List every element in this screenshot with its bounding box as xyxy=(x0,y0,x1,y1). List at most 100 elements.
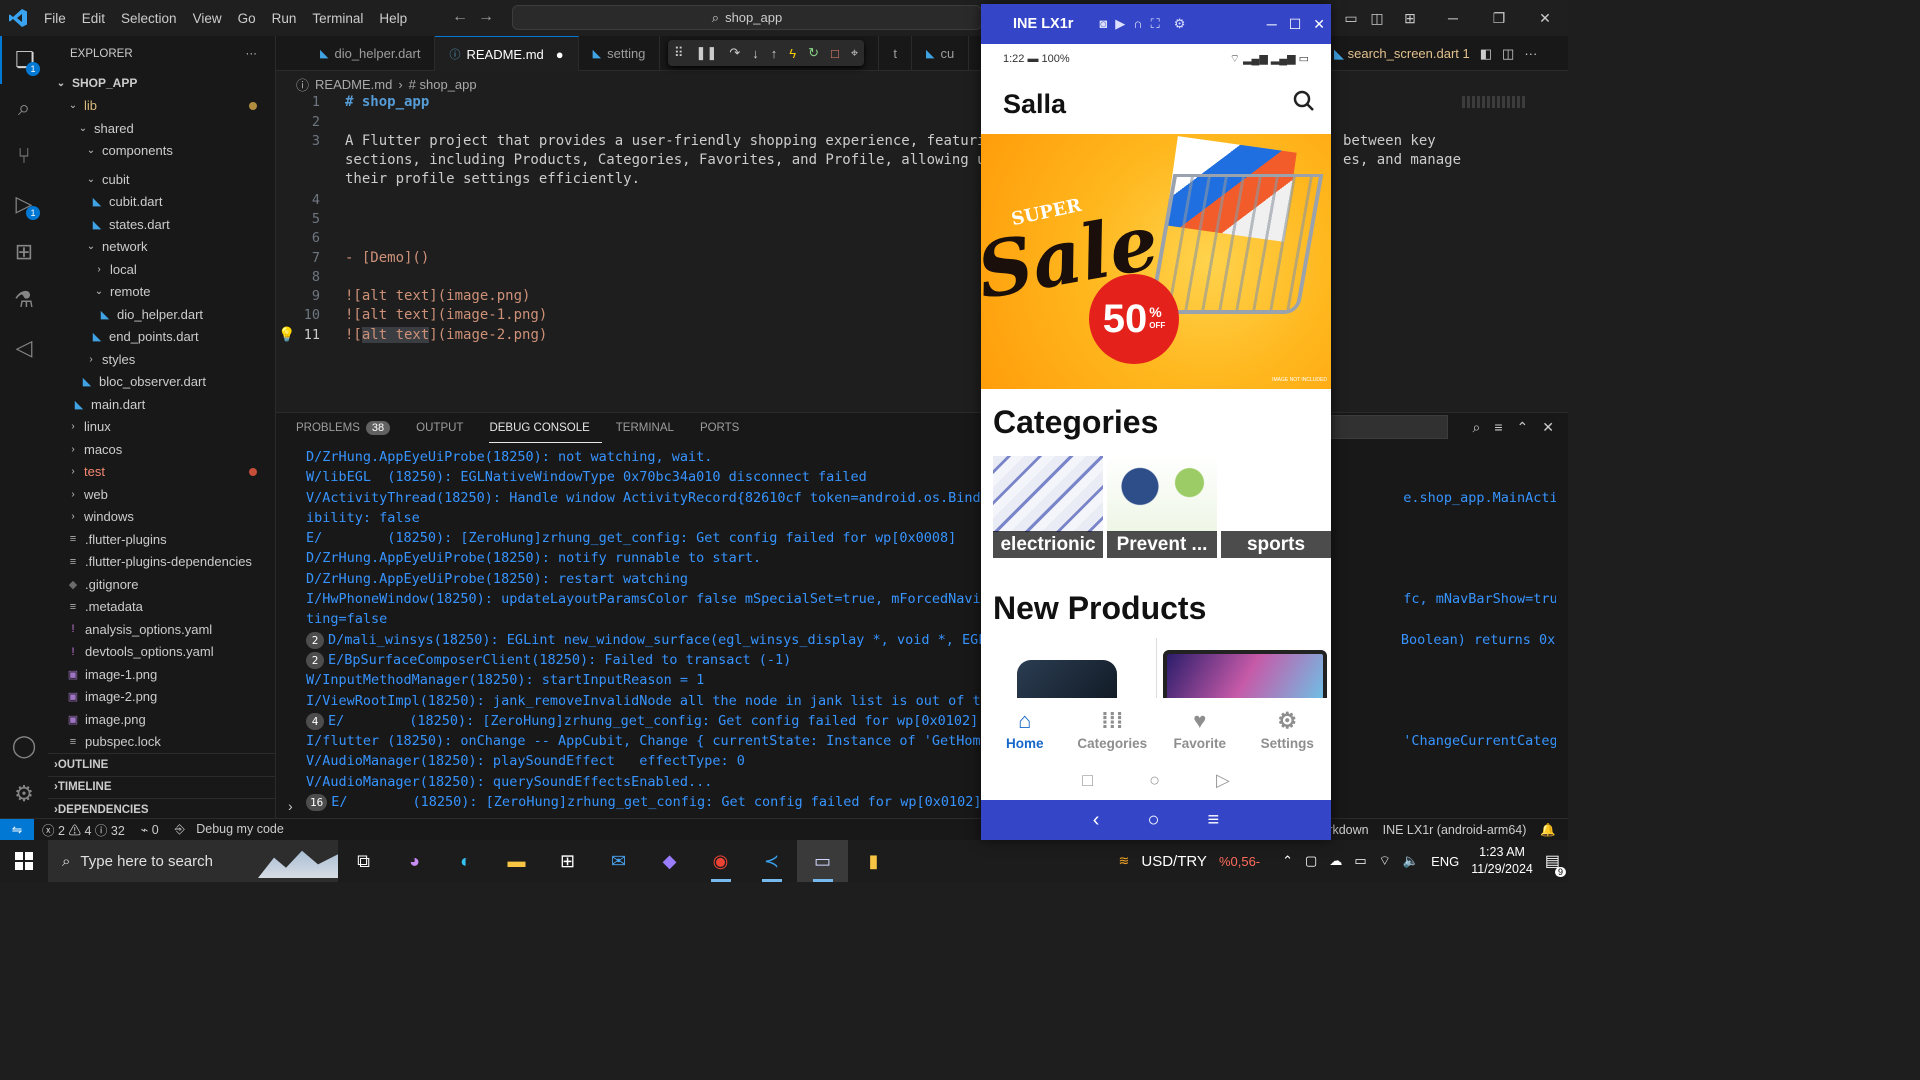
notifications-icon[interactable]: ▤ 9 xyxy=(1545,851,1566,877)
tab-readme[interactable]: ⓘ README.md ● xyxy=(435,36,579,71)
hot-reload-icon[interactable]: ϟ xyxy=(789,46,796,61)
source-control-icon[interactable]: ⑂ xyxy=(0,132,48,180)
panel-tab-terminal[interactable]: TERMINAL xyxy=(616,413,686,443)
tree-folder-lib[interactable]: ⌄ lib xyxy=(48,95,275,118)
panel-tab-debug-console[interactable]: DEBUG CONSOLE xyxy=(489,413,602,443)
search-icon[interactable]: ⌕ xyxy=(1473,419,1481,436)
edge-icon[interactable]: ◐ xyxy=(440,840,491,882)
menu-go[interactable]: Go xyxy=(230,11,264,26)
back-arrow-icon[interactable]: ← xyxy=(452,8,478,25)
minimap[interactable] xyxy=(1462,96,1526,108)
tree-file-image[interactable]: ▣ image.png xyxy=(48,708,275,731)
vscode-taskbar-icon[interactable]: ≺ xyxy=(746,840,797,882)
panel-tab-output[interactable]: OUTPUT xyxy=(416,413,475,443)
pause-icon[interactable]: ❚❚ xyxy=(696,45,718,61)
tree-folder-network[interactable]: ⌄ network xyxy=(48,236,275,259)
copilot-icon[interactable]: ◕ xyxy=(389,840,440,882)
tab-dio-helper[interactable]: ◣ dio_helper.dart xyxy=(276,36,436,71)
testing-icon[interactable]: ⚗ xyxy=(0,276,48,324)
back-chevron-icon[interactable]: ‹ xyxy=(1093,809,1100,832)
breadcrumb-file[interactable]: README.md xyxy=(315,77,392,92)
tree-folder-remote[interactable]: ⌄ remote xyxy=(48,281,275,304)
tree-file-states-dart[interactable]: ◣ states.dart xyxy=(48,213,275,236)
category-card[interactable]: sports xyxy=(1221,456,1331,558)
onedrive-icon[interactable]: ☁ xyxy=(1329,853,1342,869)
explorer-icon[interactable]: ❏ 1 xyxy=(0,36,48,84)
tree-folder-test[interactable]: › test xyxy=(48,461,275,484)
chrome-icon[interactable]: ◉ xyxy=(695,840,746,882)
battery-icon[interactable]: ▭ xyxy=(1354,853,1366,869)
task-view-icon[interactable]: ⧉ xyxy=(338,840,389,882)
menu-view[interactable]: View xyxy=(185,11,230,26)
emulator-taskbar-icon[interactable]: ▭ xyxy=(797,840,848,882)
stop-icon[interactable]: □ xyxy=(831,46,839,61)
more-actions-icon[interactable]: ··· xyxy=(246,48,258,60)
nav-settings[interactable]: ⚙ Settings xyxy=(1247,708,1327,751)
chevron-up-icon[interactable]: ⌃ xyxy=(1282,853,1293,869)
section-outline[interactable]: › OUTLINE xyxy=(48,753,275,776)
tree-file-dio-helper[interactable]: ◣ dio_helper.dart xyxy=(48,303,275,326)
step-into-icon[interactable]: ↓ xyxy=(752,46,759,61)
minimize-button[interactable]: ─ xyxy=(1430,10,1476,26)
settings-gear-icon[interactable]: ⚙ xyxy=(1174,16,1186,32)
panel-toggle-icon[interactable]: ▭ xyxy=(1338,10,1364,27)
flutter-icon[interactable]: ◁ xyxy=(0,324,48,372)
sidebar-toggle-icon[interactable]: ◫ xyxy=(1364,10,1390,27)
tree-file-image-1[interactable]: ▣ image-1.png xyxy=(48,663,275,686)
menu-help[interactable]: Help xyxy=(371,11,415,26)
nav-categories[interactable]: ⁞⁞⁞ Categories xyxy=(1072,708,1152,751)
tree-file-analysis-options[interactable]: ! analysis_options.yaml xyxy=(48,618,275,641)
wifi-icon[interactable]: ⌔ xyxy=(1379,853,1391,869)
store-icon[interactable]: ⊞ xyxy=(542,840,593,882)
search-icon[interactable] xyxy=(1293,90,1315,118)
product-card[interactable] xyxy=(1017,638,1119,698)
taskbar-search-input[interactable]: ⌕ Type here to search xyxy=(48,840,338,882)
tree-file-cubit-dart[interactable]: ◣ cubit.dart xyxy=(48,191,275,214)
visual-studio-icon[interactable]: ◆ xyxy=(644,840,695,882)
editor-more-icon[interactable]: ··· xyxy=(1524,46,1537,61)
camera-icon[interactable]: ◙ xyxy=(1099,16,1107,32)
command-center[interactable]: ⌕ shop_app xyxy=(512,5,982,30)
headset-icon[interactable]: ∩ xyxy=(1133,16,1142,32)
maximize-panel-icon[interactable]: ⌃ xyxy=(1517,419,1529,436)
menu-selection[interactable]: Selection xyxy=(113,11,185,26)
tree-folder-cubit[interactable]: ⌄ cubit xyxy=(48,168,275,191)
tab-settings[interactable]: ◣ setting xyxy=(579,36,661,71)
tree-file-pubspec-lock[interactable]: ≡ pubspec.lock xyxy=(48,731,275,754)
unsaved-dot-icon[interactable]: ● xyxy=(556,47,564,62)
tree-folder-components[interactable]: ⌄ components xyxy=(48,140,275,163)
console-filter-input[interactable] xyxy=(1330,415,1448,439)
minimize-button[interactable]: ─ xyxy=(1267,16,1277,32)
tab-partial-cu[interactable]: ◣ cu xyxy=(912,36,970,71)
widget-inspector-icon[interactable]: ⌖ xyxy=(851,45,858,61)
tree-file-main-dart[interactable]: ◣ main.dart xyxy=(48,393,275,416)
menu-terminal[interactable]: Terminal xyxy=(304,11,371,26)
maximize-button[interactable]: ☐ xyxy=(1289,16,1302,33)
forward-arrow-icon[interactable]: → xyxy=(478,8,504,25)
category-card[interactable]: electrionic xyxy=(993,456,1103,558)
open-preview-icon[interactable]: ◧ xyxy=(1480,46,1492,62)
debug-status[interactable]: ⎆ Debug my code xyxy=(167,822,292,837)
ticker-label[interactable]: USD/TRY xyxy=(1141,853,1207,870)
tab-search-screen[interactable]: ◣ search_screen.dart 1 xyxy=(1334,46,1470,62)
search-view-icon[interactable]: ⌕ xyxy=(0,84,48,132)
tree-folder-styles[interactable]: › styles xyxy=(48,348,275,371)
sale-banner[interactable]: SUPER Sale 50 % OFF IMAGE NOT INCLUDED xyxy=(981,134,1331,389)
tree-file-metadata[interactable]: ≡ .metadata xyxy=(48,596,275,619)
tree-root[interactable]: ⌄ SHOP_APP xyxy=(48,72,275,95)
code-editor[interactable]: 1 2 3 4 5 6 7 8 9 10 11 # shop_app A Flu… xyxy=(276,94,1568,404)
menu-icon[interactable]: ≡ xyxy=(1208,809,1220,832)
menu-file[interactable]: File xyxy=(36,11,74,26)
debug-console-output[interactable]: D/ZrHung.AppEyeUiProbe(18250): not watch… xyxy=(306,447,1556,812)
nav-favorite[interactable]: ♥ Favorite xyxy=(1160,708,1240,751)
home-circle-icon[interactable]: ○ xyxy=(1149,770,1160,791)
windows-start-icon[interactable] xyxy=(0,840,48,882)
tree-file-gitignore[interactable]: ◆ .gitignore xyxy=(48,573,275,596)
step-over-icon[interactable]: ↷ xyxy=(729,45,740,61)
device-icon[interactable]: ▢ xyxy=(1305,853,1317,869)
tree-file-devtools-options[interactable]: ! devtools_options.yaml xyxy=(48,641,275,664)
tree-folder-windows[interactable]: › windows xyxy=(48,506,275,529)
run-debug-icon[interactable]: ▷ 1 xyxy=(0,180,48,228)
ports-status[interactable]: ⌁ 0 xyxy=(133,822,167,837)
console-prompt-chevron-icon[interactable]: › xyxy=(288,798,293,814)
